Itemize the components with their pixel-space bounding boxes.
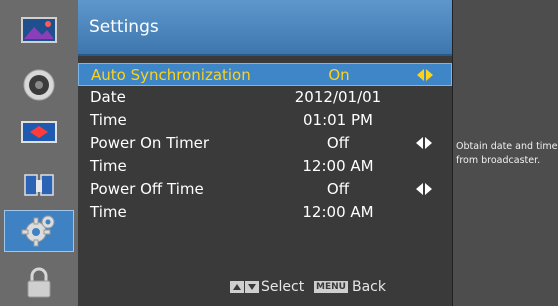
settings-menu: Auto Synchronization On Date 2012/01/01 … xyxy=(78,63,452,224)
lock-icon xyxy=(27,267,51,298)
sidebar-item-settings[interactable] xyxy=(4,210,74,252)
menu-row-value: 12:00 AM xyxy=(302,157,374,175)
menu-row-value: Off xyxy=(326,180,350,198)
title-bar: Settings xyxy=(78,0,452,56)
up-down-keys xyxy=(230,281,259,293)
menu-row-label: Time xyxy=(90,203,127,221)
settings-panel: Settings Auto Synchronization On Date 20… xyxy=(78,0,452,306)
menu-key-icon: MENU xyxy=(314,281,348,293)
menu-row-label: Power On Timer xyxy=(90,134,210,152)
menu-row-power-off-time-value[interactable]: Time 12:00 AM xyxy=(78,201,452,224)
menu-row-power-off-time[interactable]: Power Off Time Off xyxy=(78,178,452,201)
sidebar-item-sound[interactable] xyxy=(4,64,74,106)
menu-row-auto-synchronization[interactable]: Auto Synchronization On xyxy=(78,63,452,86)
menu-row-value: 12:00 AM xyxy=(302,203,374,221)
menu-row-label: Auto Synchronization xyxy=(91,66,251,84)
sidebar-item-picture[interactable] xyxy=(4,9,74,51)
back-hint: Back xyxy=(352,279,386,295)
menu-row-value: 2012/01/01 xyxy=(294,88,382,106)
menu-row-label: Date xyxy=(90,88,126,106)
sidebar-item-lock[interactable] xyxy=(4,262,74,304)
menu-row-label: Time xyxy=(90,157,127,175)
key-guide: Select MENU Back xyxy=(78,278,452,298)
page-title: Settings xyxy=(89,17,159,37)
sidebar-item-features[interactable] xyxy=(4,164,74,206)
menu-row-value: Off xyxy=(326,134,350,152)
help-description: Obtain date and time from broadcaster. xyxy=(456,141,558,166)
features-icon xyxy=(24,174,54,196)
menu-row-power-on-timer[interactable]: Power On Timer Off xyxy=(78,132,452,155)
left-right-arrows-icon[interactable] xyxy=(417,69,433,81)
category-sidebar xyxy=(0,0,78,306)
sidebar-item-channel[interactable] xyxy=(4,111,74,153)
channel-icon xyxy=(21,121,57,143)
up-arrow-icon xyxy=(230,281,244,293)
gear-icon xyxy=(21,215,55,247)
menu-row-time[interactable]: Time 01:01 PM xyxy=(78,109,452,132)
menu-row-power-on-time[interactable]: Time 12:00 AM xyxy=(78,155,452,178)
help-pane: Obtain date and time from broadcaster. xyxy=(452,0,558,306)
menu-row-value: 01:01 PM xyxy=(303,111,373,129)
menu-row-label: Time xyxy=(90,111,127,129)
left-right-arrows-icon[interactable] xyxy=(416,183,432,195)
menu-row-label: Power Off Time xyxy=(90,180,204,198)
left-right-arrows-icon[interactable] xyxy=(416,137,432,149)
sound-icon xyxy=(23,69,55,101)
menu-row-date[interactable]: Date 2012/01/01 xyxy=(78,86,452,109)
picture-icon xyxy=(21,17,57,43)
menu-row-value: On xyxy=(328,66,350,84)
down-arrow-icon xyxy=(245,281,259,293)
select-hint: Select xyxy=(261,279,305,295)
